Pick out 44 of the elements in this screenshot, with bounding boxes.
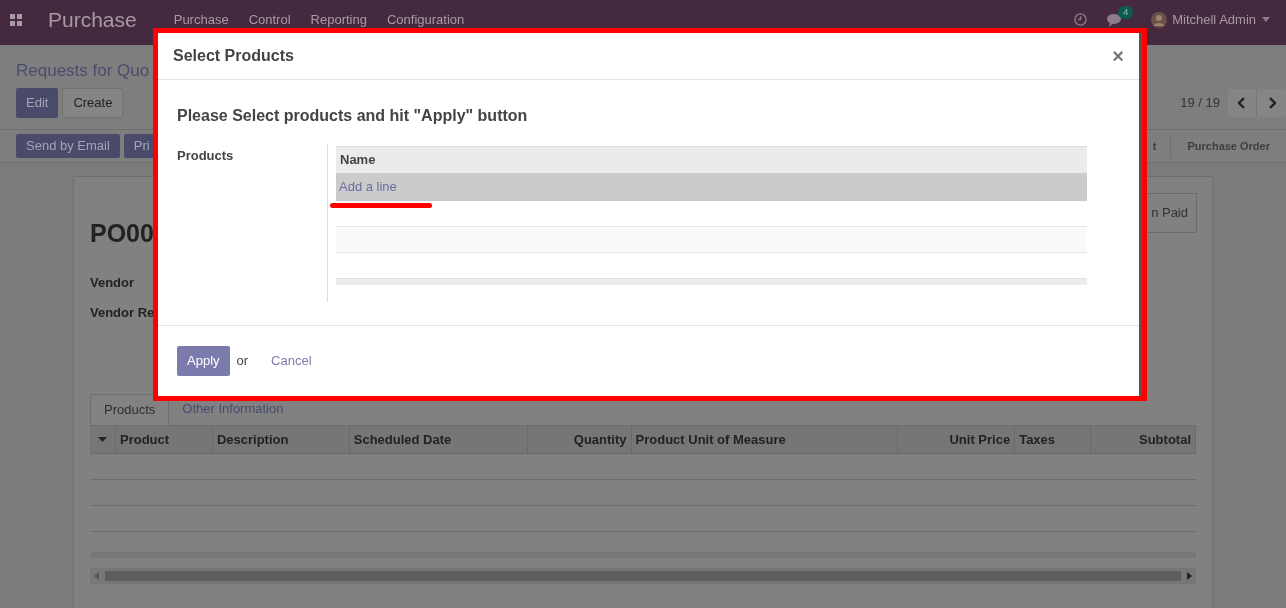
column-header[interactable]: Product [115, 425, 213, 453]
field-label: Vendor [90, 273, 135, 292]
create-button[interactable]: Create [62, 88, 124, 118]
dialog-heading: Please Select products and hit "Apply" button [177, 106, 529, 126]
dialog-title: Select Products [173, 46, 294, 66]
column-header[interactable]: Product Unit of Measure [631, 425, 899, 453]
avatar-icon[interactable] [1151, 11, 1168, 28]
field-label: Products [177, 147, 235, 160]
column-header[interactable]: Subtotal [1091, 425, 1196, 453]
column-header[interactable]: Quantity [527, 425, 632, 453]
menu-item[interactable]: Purchase [173, 9, 229, 30]
menu-item[interactable]: Configuration [386, 9, 465, 30]
caret-icon[interactable] [98, 436, 107, 442]
close-button[interactable]: × [1112, 46, 1124, 66]
clock-icon[interactable] [1074, 13, 1088, 26]
form-tab[interactable]: Products [90, 393, 170, 425]
action-button[interactable]: Send by Email [16, 134, 120, 158]
user-name[interactable]: Mitchell Admin [1172, 9, 1256, 30]
edit-button[interactable]: Edit [16, 88, 59, 118]
message-count-badge: 4 [1118, 5, 1134, 19]
chevron-left-icon [1238, 97, 1246, 109]
add-line-link[interactable]: Add a line [339, 179, 397, 194]
caret-icon[interactable] [1262, 17, 1270, 22]
status-stage[interactable]: t [1152, 134, 1171, 158]
apply-button[interactable]: Apply [177, 346, 230, 376]
field-label: Vendor Re [90, 304, 155, 322]
horizontal-scrollbar[interactable] [90, 567, 1196, 584]
chat-icon[interactable] [1107, 12, 1124, 27]
app-title: Purchase [48, 6, 137, 33]
record-title: PO00 [90, 218, 154, 249]
chevron-right-icon [1267, 97, 1276, 109]
column-header[interactable]: Description [212, 425, 350, 453]
column-header[interactable]: Taxes [1015, 425, 1092, 453]
apps-grid-icon[interactable] [10, 13, 22, 26]
cancel-link[interactable]: Cancel [271, 351, 312, 371]
column-header[interactable]: Scheduled Date [349, 425, 528, 453]
column-header[interactable]: Unit Price [898, 425, 1016, 453]
pager: 19 / 19 [1180, 94, 1220, 113]
column-header[interactable]: Name [336, 146, 1087, 173]
menu-item[interactable]: Reporting [310, 9, 367, 30]
status-stage[interactable]: Purchase Order [1170, 134, 1286, 158]
or-text: or [236, 352, 249, 371]
menu-item[interactable]: Control [248, 9, 291, 30]
scroll-right-icon[interactable] [1187, 571, 1192, 580]
